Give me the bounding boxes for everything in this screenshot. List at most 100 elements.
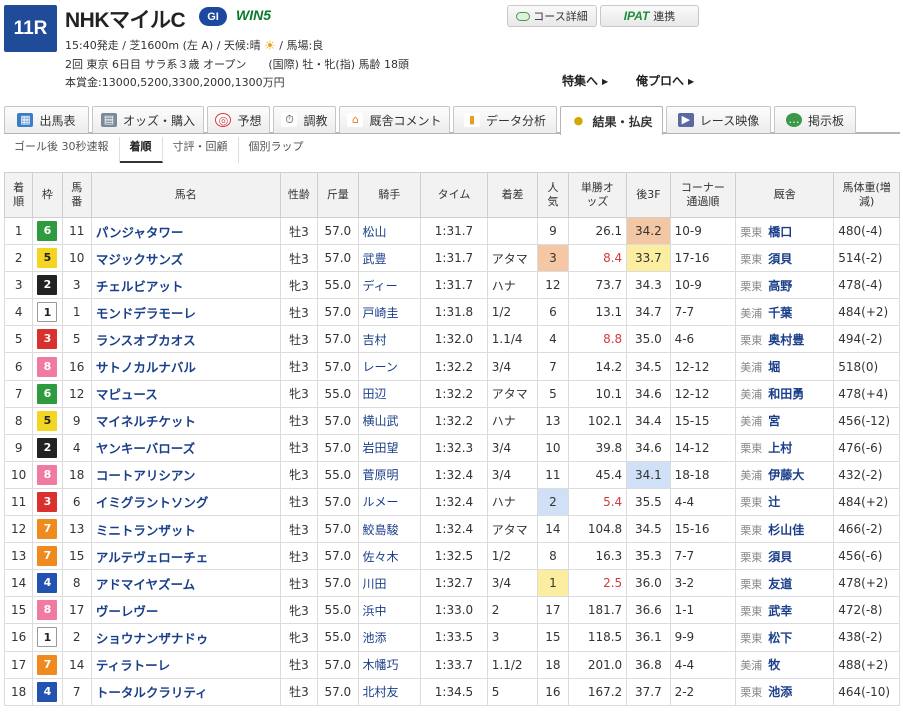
jockey-link[interactable]: 川田 <box>357 569 422 598</box>
col-odds[interactable]: 単勝オッズ <box>567 172 628 218</box>
col-horse-name[interactable]: 馬名 <box>90 172 281 218</box>
col-time[interactable]: タイム <box>420 172 488 218</box>
ipat-link-button[interactable]: IPAT 連携 <box>600 5 699 27</box>
trainer-link[interactable]: 伊藤大 <box>768 468 804 482</box>
odds-cell: 45.4 <box>567 460 628 489</box>
horse-name-link[interactable]: ランスオブカオス <box>90 325 281 354</box>
tab-stable-comment[interactable]: ⌂ 厩舎コメント <box>339 106 450 133</box>
jockey-link[interactable]: ルメー <box>357 487 422 517</box>
sex-age-cell: 牡3 <box>279 487 319 517</box>
waku-cell: 8 <box>32 596 63 625</box>
col-last3f[interactable]: 後3F <box>626 172 671 218</box>
trainer-link[interactable]: 辻 <box>768 495 780 509</box>
jockey-link[interactable]: 田辺 <box>357 379 422 408</box>
jockey-link[interactable]: 横山武 <box>357 406 422 435</box>
col-popularity[interactable]: 人気 <box>537 172 569 218</box>
horse-name-link[interactable]: イミグラントソング <box>90 487 281 517</box>
horse-name-link[interactable]: ヴーレヴー <box>90 596 281 625</box>
trainer-link[interactable]: 奥村豊 <box>768 333 804 347</box>
jockey-link[interactable]: レーン <box>357 352 422 381</box>
horse-name-link[interactable]: アドマイヤズーム <box>90 569 281 598</box>
jockey-link[interactable]: ディー <box>357 271 422 300</box>
tab-data-analysis[interactable]: ▮ データ分析 <box>453 106 557 133</box>
trainer-link[interactable]: 橋口 <box>768 225 792 239</box>
horse-name-link[interactable]: ヤンキーバローズ <box>90 433 281 462</box>
col-rank[interactable]: 着順 <box>3 172 34 218</box>
trainer-link[interactable]: 友道 <box>768 577 792 591</box>
tab-odds[interactable]: ▤ オッズ・購入 <box>92 106 204 133</box>
horse-name-link[interactable]: トータルクラリティ <box>90 677 281 706</box>
jockey-link[interactable]: 松山 <box>357 216 422 246</box>
trainer-link[interactable]: 須貝 <box>768 550 792 564</box>
rank-cell: 5 <box>3 325 34 354</box>
win5-logo[interactable]: WIN5 <box>236 7 271 23</box>
tab-board[interactable]: … 掲示板 <box>774 106 856 133</box>
jockey-link[interactable]: 浜中 <box>357 596 422 625</box>
jockey-link[interactable]: 菅原明 <box>357 460 422 489</box>
course-icon <box>516 11 531 21</box>
subtab-review[interactable]: 寸評・回顧 <box>163 137 239 163</box>
jockey-link[interactable]: 池添 <box>357 623 422 652</box>
horse-name-link[interactable]: チェルビアット <box>90 271 281 300</box>
jockey-link[interactable]: 岩田望 <box>357 433 422 462</box>
waku-badge: 2 <box>37 437 58 458</box>
col-sex-age[interactable]: 性齢 <box>279 172 319 218</box>
jockey-link[interactable]: 木幡巧 <box>357 650 422 679</box>
trainer-link[interactable]: 千葉 <box>768 306 792 320</box>
horse-name-link[interactable]: ティラトーレ <box>90 650 281 679</box>
col-corner[interactable]: コーナー通過順 <box>669 172 737 218</box>
trainer-link[interactable]: 宮 <box>768 414 780 428</box>
trainer-link[interactable]: 堀 <box>768 360 780 374</box>
horse-name-link[interactable]: コートアリシアン <box>90 460 281 489</box>
col-jockey[interactable]: 騎手 <box>357 172 422 218</box>
trainer-link[interactable]: 池添 <box>768 685 792 699</box>
trainer-link[interactable]: 須貝 <box>768 252 792 266</box>
col-horse-number[interactable]: 馬番 <box>61 172 92 218</box>
ore-pro-link[interactable]: 俺プロへ ▶ <box>636 72 694 89</box>
trainer-link[interactable]: 杉山佳 <box>768 523 804 537</box>
horse-name-link[interactable]: マイネルチケット <box>90 406 281 435</box>
tab-entries[interactable]: ▦ 出馬表 <box>4 106 89 133</box>
jockey-link[interactable]: 吉村 <box>357 325 422 354</box>
col-waku[interactable]: 枠 <box>32 172 63 218</box>
special-feature-link[interactable]: 特集へ ▶ <box>562 72 608 89</box>
horse-name-link[interactable]: ミニトランザット <box>90 515 281 544</box>
odds-cell: 2.5 <box>567 569 628 598</box>
col-margin[interactable]: 着差 <box>486 172 539 218</box>
jockey-link[interactable]: 戸崎圭 <box>357 298 422 327</box>
col-weight[interactable]: 斤量 <box>317 172 359 218</box>
odds-cell: 118.5 <box>567 623 628 652</box>
horse-name-link[interactable]: アルテヴェローチェ <box>90 542 281 571</box>
tab-prediction[interactable]: ◎ 予想 <box>207 106 270 133</box>
jockey-link[interactable]: 佐々木 <box>357 542 422 571</box>
subtab-lap[interactable]: 個別ラップ <box>239 137 314 163</box>
horse-name-link[interactable]: マピュース <box>90 379 281 408</box>
trainer-cell: 栗東 奥村豊 <box>735 325 835 354</box>
jockey-link[interactable]: 武豊 <box>357 244 422 273</box>
col-trainer[interactable]: 厩舎 <box>735 172 835 218</box>
tab-results[interactable]: ● 結果・払戻 <box>560 106 663 135</box>
tab-race-video[interactable]: ▶ レース映像 <box>666 106 771 133</box>
course-detail-button[interactable]: コース詳細 <box>507 5 597 27</box>
trainer-link[interactable]: 牧 <box>768 658 780 672</box>
trainer-link[interactable]: 高野 <box>768 279 792 293</box>
jockey-link[interactable]: 北村友 <box>357 677 422 706</box>
margin-cell: 1.1/4 <box>486 325 539 354</box>
horse-name-link[interactable]: マジックサンズ <box>90 244 281 273</box>
trainer-link[interactable]: 武幸 <box>768 604 792 618</box>
col-body-weight[interactable]: 馬体重(増減) <box>833 172 900 218</box>
horse-name-link[interactable]: パンジャタワー <box>90 216 281 246</box>
trainer-link[interactable]: 和田勇 <box>768 387 804 401</box>
subtab-finish-order[interactable]: 着順 <box>119 137 163 163</box>
horse-name-link[interactable]: モンドデラモーレ <box>90 298 281 327</box>
last3f-cell: 34.2 <box>626 216 671 246</box>
horse-name-link[interactable]: ショウナンザナドゥ <box>90 623 281 652</box>
trainer-link[interactable]: 松下 <box>768 631 792 645</box>
trainer-link[interactable]: 上村 <box>768 441 792 455</box>
horse-name-link[interactable]: サトノカルナバル <box>90 352 281 381</box>
corner-cell: 4-6 <box>669 325 737 354</box>
body-weight-cell: 514(-2) <box>833 244 900 273</box>
tab-training[interactable]: ⏱ 調教 <box>273 106 336 133</box>
jockey-link[interactable]: 鮫島駿 <box>357 515 422 544</box>
subtab-flash[interactable]: ゴール後 30秒速報 <box>4 137 120 163</box>
